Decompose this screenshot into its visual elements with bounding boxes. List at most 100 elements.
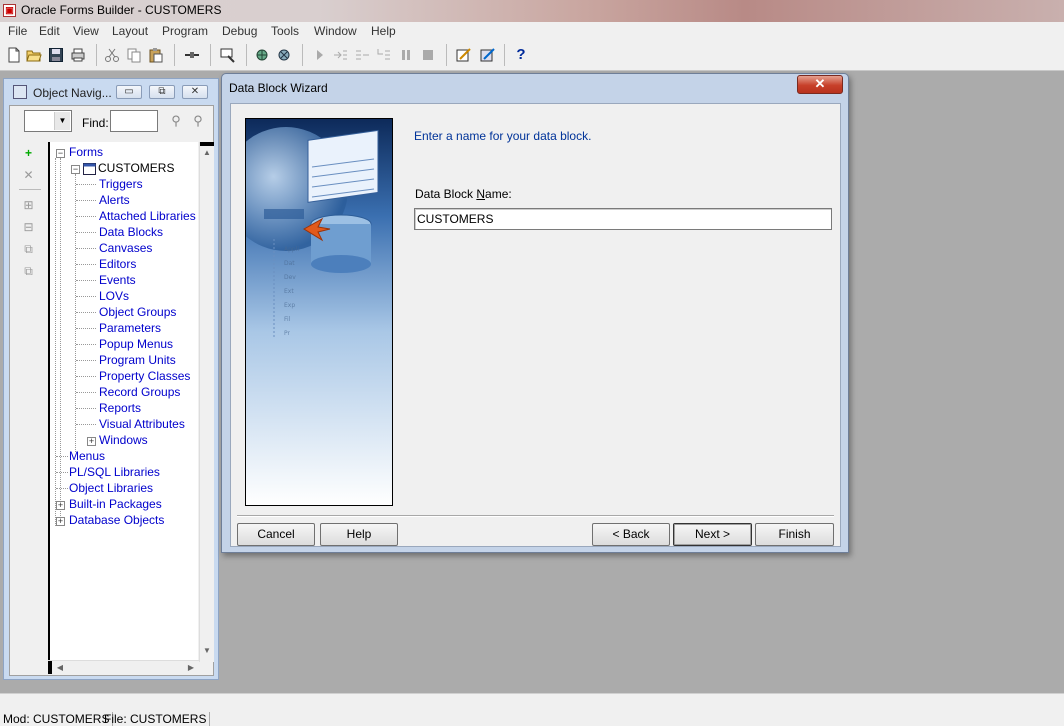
toolbar-separator [174,44,175,66]
tree-item-triggers[interactable]: Triggers [99,177,143,191]
tree-item-object-libraries[interactable]: Object Libraries [69,481,153,495]
menu-view[interactable]: View [73,24,99,38]
tree-item-menus[interactable]: Menus [69,449,105,463]
scroll-down-icon[interactable]: ▼ [200,644,214,658]
scroll-right-icon[interactable]: ▶ [185,661,197,674]
tree-item-forms[interactable]: Forms [69,145,103,159]
help-button[interactable]: Help [320,523,398,546]
collapse-icon[interactable]: ⊟ [21,220,36,235]
scroll-up-icon[interactable]: ▲ [200,146,214,160]
stop-icon[interactable] [420,47,436,63]
dialog-close-button[interactable]: ✕ [797,75,843,94]
tree-item-property-classes[interactable]: Property Classes [99,369,190,383]
tree-item-popup-menus[interactable]: Popup Menus [99,337,173,351]
tree-item-database-objects[interactable]: Database Objects [69,513,164,527]
go-icon[interactable] [312,47,328,63]
run-form-icon[interactable] [254,47,270,63]
tree-item-reports[interactable]: Reports [99,401,141,415]
expand-database-objects-icon[interactable]: + [56,517,65,526]
create-icon[interactable]: + [21,146,36,161]
run-debug-icon[interactable] [276,47,292,63]
next-button[interactable]: Next > [673,523,752,546]
dialog-separator [237,515,834,517]
toolbar-separator [96,44,97,66]
menu-help[interactable]: Help [371,24,396,38]
find-next-icon[interactable]: ⚲ [168,113,184,129]
connect-icon[interactable] [184,47,200,63]
copy-icon[interactable] [126,47,142,63]
finish-button[interactable]: Finish [755,523,834,546]
expand-all-icon[interactable]: ⧉ [21,242,36,257]
tree-item-windows[interactable]: Windows [99,433,148,447]
scroll-left-icon[interactable]: ◀ [54,661,66,674]
print-icon[interactable] [70,47,86,63]
tree-item-canvases[interactable]: Canvases [99,241,152,255]
tree-guide [55,158,56,526]
tree-item-attached-libraries[interactable]: Attached Libraries [99,209,196,223]
find-input[interactable] [110,110,158,132]
collapse-module-icon[interactable]: − [71,165,80,174]
cancel-button[interactable]: Cancel [237,523,315,546]
new-file-icon[interactable] [6,47,22,63]
step-into-icon[interactable] [332,47,348,63]
expand-built-in-packages-icon[interactable]: + [56,501,65,510]
minimize-button[interactable]: ▭ [116,85,142,99]
side-separator [19,189,41,190]
tree-horizontal-scrollbar[interactable]: ◀ ▶ [48,660,199,674]
tree-item-built-in-packages[interactable]: Built-in Packages [69,497,162,511]
tree-item-events[interactable]: Events [99,273,136,287]
save-icon[interactable] [48,47,64,63]
menu-layout[interactable]: Layout [112,24,148,38]
paste-icon[interactable] [148,47,164,63]
tree-item-data-blocks[interactable]: Data Blocks [99,225,163,239]
navigator-close-button[interactable]: ✕ [182,85,208,99]
chevron-down-icon[interactable]: ▼ [54,112,70,130]
find-previous-icon[interactable]: ⚲ [190,113,206,129]
menu-file[interactable]: File [8,24,27,38]
menu-debug[interactable]: Debug [222,24,257,38]
menu-edit[interactable]: Edit [39,24,60,38]
help-icon[interactable]: ? [513,47,529,63]
delete-icon[interactable]: ✕ [21,168,36,183]
wizard-illustration: Appli Dat Dev Ext Exp Fil Pr [245,118,393,506]
expand-icon[interactable]: ⊞ [21,198,36,213]
object-tree: − Forms − CUSTOMERS Triggers Alerts Atta… [48,142,198,662]
scroll-thumb[interactable] [48,661,52,674]
form-module-icon [83,163,96,175]
title-bar: ▣ Oracle Forms Builder - CUSTOMERS [0,0,1064,22]
menu-program[interactable]: Program [162,24,208,38]
back-button[interactable]: < Back [592,523,670,546]
tree-item-customers-module[interactable]: CUSTOMERS [98,161,174,175]
tree-guide [76,232,96,233]
collapse-forms-icon[interactable]: − [56,149,65,158]
step-out-icon[interactable] [376,47,392,63]
tree-item-lovs[interactable]: LOVs [99,289,129,303]
cut-icon[interactable] [104,47,120,63]
layout-editor-icon[interactable] [456,47,472,63]
navigator-combo[interactable]: ▼ [24,110,72,132]
data-block-name-input[interactable] [414,208,832,230]
tree-guide [76,392,96,393]
open-folder-icon[interactable] [26,47,42,63]
step-over-icon[interactable] [354,47,370,63]
tree-item-object-groups[interactable]: Object Groups [99,305,176,319]
tree-item-alerts[interactable]: Alerts [99,193,130,207]
tree-item-parameters[interactable]: Parameters [99,321,161,335]
collapse-all-icon[interactable]: ⧉ [21,264,36,279]
menu-window[interactable]: Window [314,24,357,38]
tree-item-editors[interactable]: Editors [99,257,136,271]
tree-item-visual-attributes[interactable]: Visual Attributes [99,417,185,431]
tree-vertical-scrollbar[interactable]: ▲ ▼ [199,142,214,662]
tree-item-plsql-libraries[interactable]: PL/SQL Libraries [69,465,160,479]
tree-guide [56,488,68,489]
data-block-wizard-dialog: Data Block Wizard ✕ Appli Dat Dev Ext Ex… [221,73,849,553]
menu-tools[interactable]: Tools [271,24,299,38]
expand-windows-icon[interactable]: + [87,437,96,446]
toolbar-separator [302,44,303,66]
compile-icon[interactable] [220,47,236,63]
restore-button[interactable]: ⧉ [149,85,175,99]
property-palette-icon[interactable] [480,47,496,63]
tree-item-record-groups[interactable]: Record Groups [99,385,180,399]
pause-icon[interactable] [398,47,414,63]
tree-item-program-units[interactable]: Program Units [99,353,176,367]
